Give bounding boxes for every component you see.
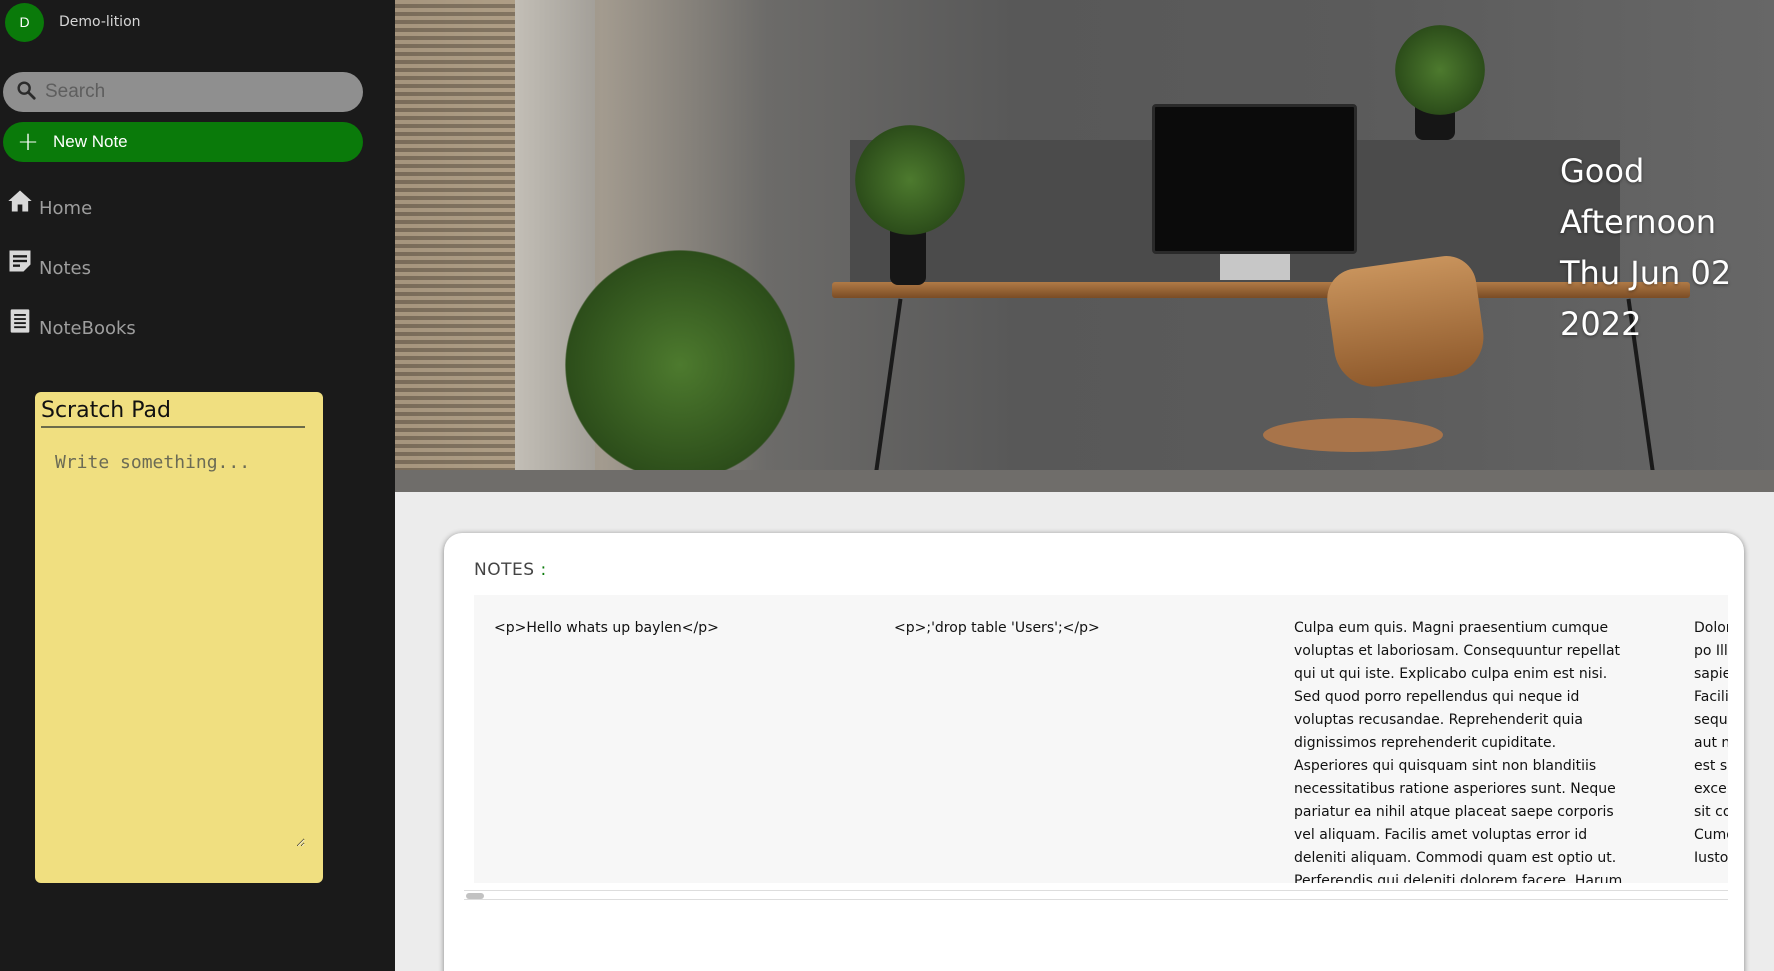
new-note-label: New Note bbox=[53, 132, 128, 151]
chair-seat bbox=[1263, 418, 1443, 452]
plant bbox=[1395, 25, 1485, 115]
chair bbox=[1323, 252, 1489, 392]
scratch-pad: Scratch Pad bbox=[35, 392, 323, 883]
notes-title-text: NOTES bbox=[474, 560, 535, 580]
note-card[interactable]: Culpa eum quis. Magni praesentium cumque… bbox=[1274, 595, 1654, 883]
horizontal-scrollbar[interactable] bbox=[464, 890, 1728, 900]
note-card[interactable]: <p>;'drop table 'Users';</p> bbox=[874, 595, 1254, 883]
sidebar: D Demo-lition + New Note Home Notes Note… bbox=[0, 0, 395, 971]
sidebar-item-home[interactable]: Home bbox=[6, 186, 92, 220]
sidebar-item-label: Home bbox=[39, 197, 93, 219]
sidebar-item-label: NoteBooks bbox=[39, 317, 136, 339]
current-date: Thu Jun 02 2022 bbox=[1560, 254, 1732, 343]
home-icon bbox=[6, 187, 34, 219]
user-name: Demo-lition bbox=[59, 14, 141, 30]
note-card[interactable]: <p>Hello whats up baylen</p> bbox=[474, 595, 854, 883]
new-note-button[interactable]: + New Note bbox=[3, 122, 363, 162]
sidebar-item-notebooks[interactable]: NoteBooks bbox=[6, 306, 136, 340]
notes-panel: NOTES: <p>Hello whats up baylen</p> <p>;… bbox=[444, 533, 1744, 971]
plant bbox=[855, 125, 965, 235]
scrollbar-thumb[interactable] bbox=[466, 893, 484, 899]
notes-section-title: NOTES: bbox=[474, 560, 547, 580]
note-icon bbox=[6, 247, 34, 279]
hero-banner: Good Afternoon Thu Jun 02 2022 bbox=[395, 0, 1774, 492]
scratch-pad-title: Scratch Pad bbox=[41, 398, 305, 428]
notes-list: <p>Hello whats up baylen</p> <p>;'drop t… bbox=[474, 595, 1728, 883]
plus-icon: + bbox=[17, 127, 39, 157]
search-icon bbox=[15, 79, 37, 105]
notes-title-colon: : bbox=[540, 560, 547, 580]
scratch-pad-textarea[interactable] bbox=[55, 452, 305, 847]
sidebar-item-notes[interactable]: Notes bbox=[6, 246, 91, 280]
window-blinds bbox=[395, 0, 515, 492]
greeting: Good Afternoon Thu Jun 02 2022 bbox=[1560, 146, 1774, 350]
monitor bbox=[1152, 104, 1357, 254]
monitor-stand bbox=[1220, 254, 1290, 280]
floor bbox=[395, 470, 1774, 492]
greeting-text: Good Afternoon bbox=[1560, 152, 1716, 241]
desk-leg bbox=[871, 298, 903, 492]
plant bbox=[565, 250, 795, 480]
avatar[interactable]: D bbox=[5, 2, 44, 42]
note-card[interactable]: Dolor et po Illum sapie Facili sequi aut… bbox=[1674, 595, 1728, 883]
search-bar[interactable] bbox=[3, 72, 363, 112]
user-profile[interactable]: D Demo-lition bbox=[5, 2, 141, 42]
search-input[interactable] bbox=[45, 81, 335, 103]
sidebar-item-label: Notes bbox=[39, 257, 91, 279]
notebook-icon bbox=[6, 307, 34, 339]
